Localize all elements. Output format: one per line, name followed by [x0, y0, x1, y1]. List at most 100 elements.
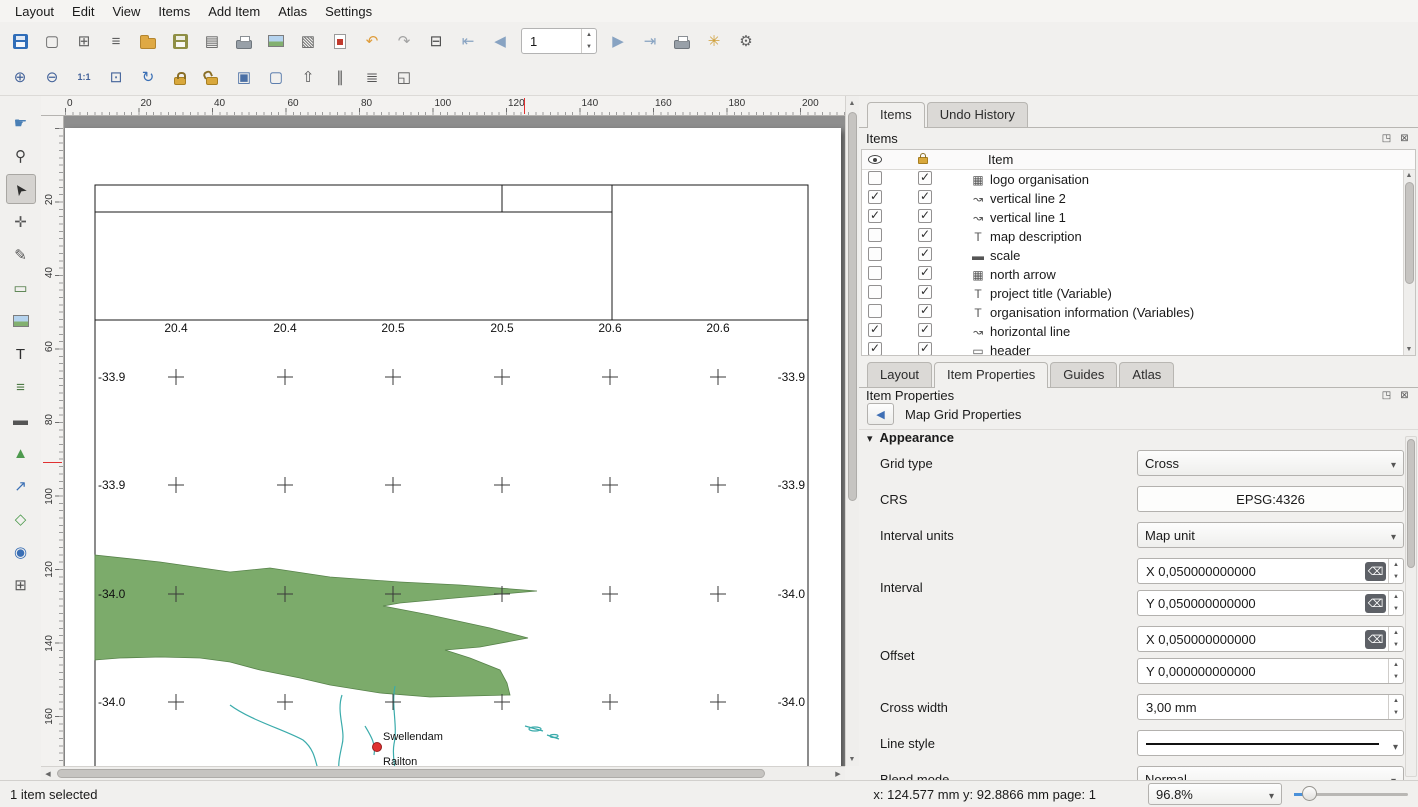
- lock-checkbox[interactable]: [918, 209, 932, 223]
- visibility-checkbox[interactable]: [868, 190, 882, 204]
- spinner-arrows-icon[interactable]: ▲▼: [581, 29, 596, 53]
- add-shape-tool[interactable]: ▲: [6, 438, 36, 468]
- atlas-first-feature-button[interactable]: ⇤: [453, 26, 483, 56]
- add-arrow-tool[interactable]: ↗: [6, 471, 36, 501]
- grid-type-select[interactable]: Cross: [1137, 450, 1404, 476]
- appearance-section-header[interactable]: Appearance: [859, 429, 1418, 445]
- undo-button[interactable]: ↶: [357, 26, 387, 56]
- atlas-last-feature-button[interactable]: ⇥: [635, 26, 665, 56]
- export-svg-button[interactable]: ▧: [293, 26, 323, 56]
- atlas-preview-button[interactable]: ⊟: [421, 26, 451, 56]
- items-row[interactable]: T project title (Variable): [862, 284, 1415, 303]
- interval-units-select[interactable]: Map unit: [1137, 522, 1404, 548]
- export-pdf-button[interactable]: [325, 26, 355, 56]
- line-style-button[interactable]: [1137, 730, 1404, 756]
- menu-layout[interactable]: Layout: [6, 2, 63, 21]
- back-button[interactable]: [867, 403, 894, 425]
- lock-checkbox[interactable]: [918, 266, 932, 280]
- lock-checkbox[interactable]: [918, 171, 932, 185]
- raise-items-button[interactable]: ⇧: [293, 63, 323, 93]
- layout-page[interactable]: 20.4 20.4 20.5 20.5 20.6 20.6 -33.9 -33.…: [65, 128, 841, 766]
- refresh-view-button[interactable]: ↻: [133, 63, 163, 93]
- redo-button[interactable]: ↷: [389, 26, 419, 56]
- spinner-arrows-icon[interactable]: ▲▼: [1388, 695, 1403, 719]
- visibility-checkbox[interactable]: [868, 228, 882, 242]
- scroll-up-icon[interactable]: ▲: [1403, 170, 1415, 181]
- scroll-up-icon[interactable]: ▲: [845, 96, 859, 110]
- visibility-checkbox[interactable]: [868, 323, 882, 337]
- spinner-arrows-icon[interactable]: ▲▼: [1388, 627, 1403, 651]
- ungroup-items-button[interactable]: ▢: [261, 63, 291, 93]
- scroll-right-icon[interactable]: ▶: [831, 767, 845, 781]
- layout-viewport[interactable]: 20.4 20.4 20.5 20.5 20.6 20.6 -33.9 -33.…: [64, 116, 845, 766]
- move-item-content-tool[interactable]: ✛: [6, 207, 36, 237]
- items-row[interactable]: ▬ scale: [862, 246, 1415, 265]
- lock-selected-items-button[interactable]: [165, 63, 195, 93]
- close-panel-icon[interactable]: [1398, 389, 1411, 402]
- spinner-arrows-icon[interactable]: ▲▼: [1388, 591, 1403, 615]
- items-row[interactable]: ↝ vertical line 1: [862, 208, 1415, 227]
- items-row[interactable]: ↝ horizontal line: [862, 322, 1415, 341]
- lock-checkbox[interactable]: [918, 190, 932, 204]
- lock-checkbox[interactable]: [918, 228, 932, 242]
- header-frame[interactable]: [95, 185, 808, 320]
- visibility-checkbox[interactable]: [868, 285, 882, 299]
- add-picture-tool[interactable]: [6, 306, 36, 336]
- zoom-actual-button[interactable]: 1:1: [69, 63, 99, 93]
- layout-manager-button[interactable]: ≡: [101, 26, 131, 56]
- tab-guides[interactable]: Guides: [1050, 362, 1117, 387]
- tab-undo-history[interactable]: Undo History: [927, 102, 1028, 127]
- items-row[interactable]: T map description: [862, 227, 1415, 246]
- crs-button[interactable]: EPSG:4326: [1137, 486, 1404, 512]
- print-button[interactable]: [229, 26, 259, 56]
- save-as-template-button[interactable]: [165, 26, 195, 56]
- blend-mode-select[interactable]: Normal: [1137, 766, 1404, 780]
- edit-nodes-tool[interactable]: ✎: [6, 240, 36, 270]
- menu-view[interactable]: View: [103, 2, 149, 21]
- add-node-item-tool[interactable]: ◇: [6, 504, 36, 534]
- export-image-button[interactable]: [261, 26, 291, 56]
- menu-items[interactable]: Items: [149, 2, 199, 21]
- zoom-full-button[interactable]: ⊡: [101, 63, 131, 93]
- zoom-level-select[interactable]: 96.8%: [1148, 783, 1282, 805]
- add-legend-tool[interactable]: ≡: [6, 372, 36, 402]
- zoom-tool[interactable]: ⚲: [6, 141, 36, 171]
- add-label-tool[interactable]: T: [6, 339, 36, 369]
- add-map-tool[interactable]: ▭: [6, 273, 36, 303]
- lock-checkbox[interactable]: [918, 304, 932, 318]
- pan-layout-tool[interactable]: ☛: [6, 108, 36, 138]
- visibility-checkbox[interactable]: [868, 209, 882, 223]
- scroll-thumb[interactable]: [848, 112, 857, 501]
- visibility-checkbox[interactable]: [868, 266, 882, 280]
- spinner-arrows-icon[interactable]: ▲▼: [1388, 559, 1403, 583]
- add-items-from-template-button[interactable]: [133, 26, 163, 56]
- clear-field-icon[interactable]: [1365, 562, 1386, 581]
- tab-items[interactable]: Items: [867, 102, 925, 128]
- resize-items-button[interactable]: ◱: [389, 63, 419, 93]
- cross-width-input[interactable]: 3,00 mm ▲▼: [1137, 694, 1404, 720]
- float-panel-icon[interactable]: [1380, 389, 1393, 402]
- zoom-slider-handle[interactable]: [1302, 786, 1317, 801]
- menu-edit[interactable]: Edit: [63, 2, 103, 21]
- items-row[interactable]: ▦ logo organisation: [862, 170, 1415, 189]
- align-items-button[interactable]: ∥: [325, 63, 355, 93]
- menu-atlas[interactable]: Atlas: [269, 2, 316, 21]
- visibility-checkbox[interactable]: [868, 304, 882, 318]
- menu-add-item[interactable]: Add Item: [199, 2, 269, 21]
- map-frame[interactable]: [95, 320, 808, 766]
- float-panel-icon[interactable]: [1380, 132, 1393, 145]
- lock-checkbox[interactable]: [918, 323, 932, 337]
- tab-atlas[interactable]: Atlas: [1119, 362, 1174, 387]
- duplicate-layout-button[interactable]: ⊞: [69, 26, 99, 56]
- clear-field-icon[interactable]: [1365, 630, 1386, 649]
- lock-checkbox[interactable]: [918, 342, 932, 356]
- add-scalebar-tool[interactable]: ▬: [6, 405, 36, 435]
- distribute-items-button[interactable]: ≣: [357, 63, 387, 93]
- scroll-down-icon[interactable]: ▼: [845, 752, 859, 766]
- add-html-tool[interactable]: ◉: [6, 537, 36, 567]
- zoom-out-button[interactable]: ⊖: [37, 63, 67, 93]
- zoom-slider[interactable]: [1294, 783, 1408, 805]
- clear-field-icon[interactable]: [1365, 594, 1386, 613]
- export-atlas-button[interactable]: ✳: [699, 26, 729, 56]
- tab-item-properties[interactable]: Item Properties: [934, 362, 1048, 388]
